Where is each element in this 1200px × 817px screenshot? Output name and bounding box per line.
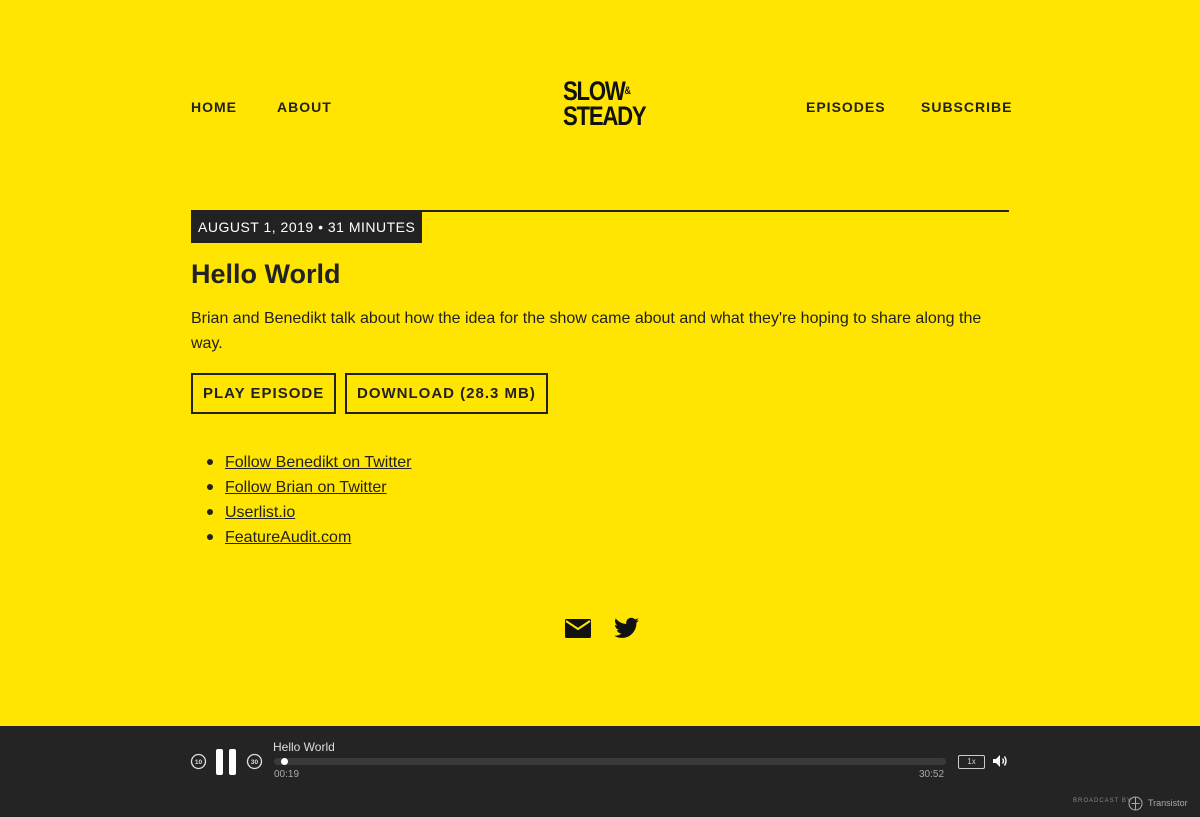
volume-icon[interactable] bbox=[992, 754, 1008, 773]
logo-ampersand: & bbox=[624, 85, 632, 97]
email-icon[interactable] bbox=[565, 617, 591, 644]
nav-subscribe[interactable]: SUBSCRIBE bbox=[921, 99, 1012, 115]
nav-home[interactable]: HOME bbox=[191, 99, 237, 115]
nav-about[interactable]: ABOUT bbox=[277, 99, 332, 115]
list-item: Follow Brian on Twitter bbox=[206, 475, 411, 500]
link-featureaudit[interactable]: FeatureAudit.com bbox=[225, 529, 351, 546]
link-userlist[interactable]: Userlist.io bbox=[225, 504, 295, 521]
episode-meta: AUGUST 1, 2019 • 31 MINUTES bbox=[191, 212, 423, 243]
twitter-icon[interactable] bbox=[614, 617, 639, 644]
broadcast-label: BROADCAST BY bbox=[1073, 798, 1132, 804]
forward-seconds: 30 bbox=[251, 759, 259, 766]
episode-title: Hello World bbox=[191, 259, 341, 289]
link-benedikt-twitter[interactable]: Follow Benedikt on Twitter bbox=[225, 454, 411, 471]
rewind-10-icon[interactable]: 10 bbox=[190, 753, 207, 775]
player-episode-title: Hello World bbox=[273, 740, 335, 754]
progress-handle[interactable] bbox=[280, 758, 288, 765]
transistor-logo-icon bbox=[1128, 796, 1143, 816]
elapsed-time: 00:19 bbox=[274, 769, 300, 780]
episode-description: Brian and Benedikt talk about how the id… bbox=[191, 310, 982, 352]
nav-episodes[interactable]: EPISODES bbox=[806, 99, 886, 115]
audio-player bbox=[0, 726, 1200, 817]
download-button[interactable]: DOWNLOAD (28.3 MB) bbox=[345, 373, 548, 414]
list-item: Follow Benedikt on Twitter bbox=[206, 450, 411, 475]
rewind-seconds: 10 bbox=[195, 759, 203, 766]
total-duration: 30:52 bbox=[919, 769, 945, 780]
progress-track[interactable] bbox=[274, 758, 946, 765]
list-item: Userlist.io bbox=[206, 500, 411, 525]
show-notes-links: Follow Benedikt on Twitter Follow Brian … bbox=[206, 450, 411, 550]
forward-30-icon[interactable]: 30 bbox=[246, 753, 263, 775]
transistor-link[interactable]: Transistor bbox=[1148, 798, 1188, 808]
site-logo[interactable]: SLOW& STEADY bbox=[563, 78, 647, 131]
pause-icon[interactable] bbox=[215, 749, 237, 780]
link-brian-twitter[interactable]: Follow Brian on Twitter bbox=[225, 479, 387, 496]
list-item: FeatureAudit.com bbox=[206, 525, 411, 550]
play-episode-button[interactable]: PLAY EPISODE bbox=[191, 373, 337, 414]
logo-line-2: STEADY bbox=[563, 101, 647, 131]
playback-speed-button[interactable]: 1x bbox=[958, 755, 985, 769]
